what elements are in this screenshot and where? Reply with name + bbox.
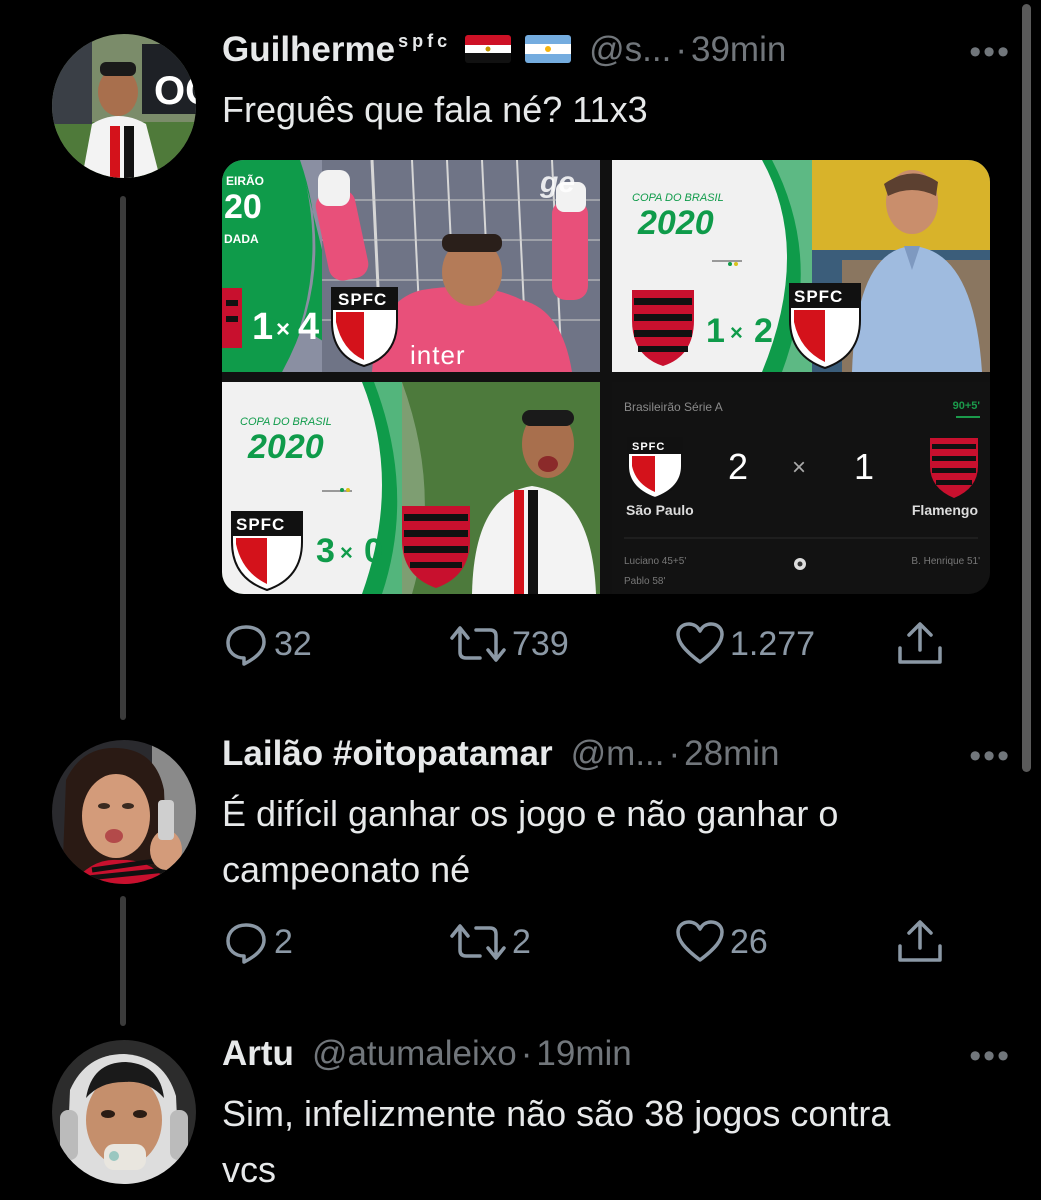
like-button[interactable]: 26	[674, 918, 768, 966]
away-team: Flamengo	[911, 502, 978, 518]
retweet-button[interactable]: 2	[448, 918, 531, 966]
more-icon[interactable]: •••	[969, 739, 1011, 773]
score-separator: ×	[792, 454, 807, 481]
reply-icon	[226, 923, 266, 964]
retweet-icon	[450, 924, 506, 960]
share-button[interactable]	[894, 620, 950, 668]
name-superscript: spfc	[398, 31, 452, 51]
tweet-text: Freguês que fala né? 11x3	[222, 89, 648, 130]
reply-count: 32	[274, 624, 312, 663]
avatar[interactable]: OC	[52, 34, 196, 178]
action-bar: 2 2 26	[222, 918, 962, 968]
timestamp[interactable]: 28min	[684, 734, 779, 774]
score-left: 3	[316, 532, 335, 570]
competition-label: COPA DO BRASIL	[240, 416, 332, 428]
retweet-count: 2	[512, 922, 531, 961]
handle[interactable]: @atumaleixo	[312, 1034, 517, 1074]
like-icon	[676, 622, 724, 664]
separator: ·	[675, 30, 687, 69]
reply-icon	[226, 625, 266, 666]
competition-year: 20	[224, 188, 262, 226]
share-icon	[898, 920, 942, 962]
argentina-flag-icon	[525, 35, 572, 63]
scrollbar[interactable]	[1022, 4, 1031, 772]
like-count: 26	[730, 922, 768, 961]
score-right: 2	[754, 312, 773, 350]
home-scorer: Luciano 45+5'	[624, 556, 687, 567]
separator: ·	[520, 1034, 533, 1073]
spfc-badge: SPFC	[236, 515, 286, 534]
display-name[interactable]: Lailão #oitopatamar	[222, 734, 553, 774]
spfc-badge: SPFC	[632, 441, 666, 453]
separator: ·	[668, 734, 681, 773]
spfc-badge: SPFC	[794, 287, 844, 306]
competition-label: COPA DO BRASIL	[632, 192, 724, 204]
like-count: 1.277	[730, 624, 816, 663]
timestamp[interactable]: 39min	[691, 30, 786, 70]
score-x: ×	[340, 540, 353, 565]
tweet-text: É difícil ganhar os jogo e não ganhar o …	[222, 793, 839, 890]
action-bar: 32 739 1.277	[222, 620, 962, 670]
media-image[interactable]: EIRÃO 20 DADA 1 × 4 SPFC inter ge	[222, 160, 600, 372]
handle[interactable]: @s...	[589, 30, 671, 70]
reply-button[interactable]: 2	[222, 918, 293, 966]
avatar[interactable]	[52, 740, 196, 884]
like-button[interactable]: 1.277	[674, 620, 815, 668]
retweet-count: 739	[512, 624, 569, 663]
egypt-flag-icon	[465, 35, 512, 63]
thread-line	[120, 196, 126, 720]
score-left: 1	[706, 312, 725, 350]
tweet-text: Sim, infelizmente não são 38 jogos contr…	[222, 1093, 891, 1190]
svg-text:OC: OC	[154, 69, 196, 113]
reply-count: 2	[274, 922, 293, 961]
home-scorer: Pablo 58'	[624, 576, 666, 587]
away-score: 1	[854, 446, 875, 487]
watermark: ge	[540, 166, 576, 199]
score-x: ×	[276, 316, 291, 343]
score-left: 1	[252, 306, 274, 348]
more-icon[interactable]: •••	[969, 35, 1011, 69]
retweet-icon	[450, 626, 506, 662]
media-image[interactable]: COPA DO BRASIL 2020 3 × 0 SPFC	[222, 382, 600, 594]
media-grid[interactable]: EIRÃO 20 DADA 1 × 4 SPFC inter ge COPA D…	[222, 160, 990, 594]
sponsor-label: inter	[410, 340, 466, 370]
tweet-header: Artu @atumaleixo · 19min	[222, 1034, 961, 1078]
like-icon	[676, 920, 724, 962]
avatar[interactable]	[52, 1040, 196, 1184]
timestamp[interactable]: 19min	[536, 1034, 631, 1074]
competition-year: 2020	[638, 204, 714, 242]
share-button[interactable]	[894, 918, 950, 966]
score-right: 4	[298, 306, 320, 348]
tweet-header: Guilherme spfc @s... · 39min	[222, 30, 961, 74]
competition-year: 2020	[248, 428, 324, 466]
media-image[interactable]: COPA DO BRASIL 2020 1 × 2 SPFC	[612, 160, 990, 372]
thread-line	[120, 896, 126, 1026]
spfc-badge: SPFC	[338, 290, 388, 309]
share-icon	[898, 622, 942, 664]
home-score: 2	[728, 446, 749, 487]
round-label: DADA	[224, 232, 259, 246]
display-name[interactable]: Artu	[222, 1034, 294, 1074]
handle[interactable]: @m...	[571, 734, 665, 774]
score-x: ×	[730, 320, 743, 345]
display-name[interactable]: Guilherme	[222, 30, 395, 70]
competition-label: EIRÃO	[226, 174, 265, 188]
reply-button[interactable]: 32	[222, 620, 312, 668]
more-icon[interactable]: •••	[969, 1039, 1011, 1073]
scoreboard-image[interactable]: Brasileirão Série A 90+5' SPFC São Paulo…	[612, 382, 990, 594]
away-scorer: B. Henrique 51'	[911, 556, 980, 567]
score-right: 0	[364, 532, 383, 570]
retweet-button[interactable]: 739	[448, 620, 569, 668]
tweet-header: Lailão #oitopatamar @m... · 28min	[222, 734, 961, 778]
home-team: São Paulo	[626, 502, 694, 518]
